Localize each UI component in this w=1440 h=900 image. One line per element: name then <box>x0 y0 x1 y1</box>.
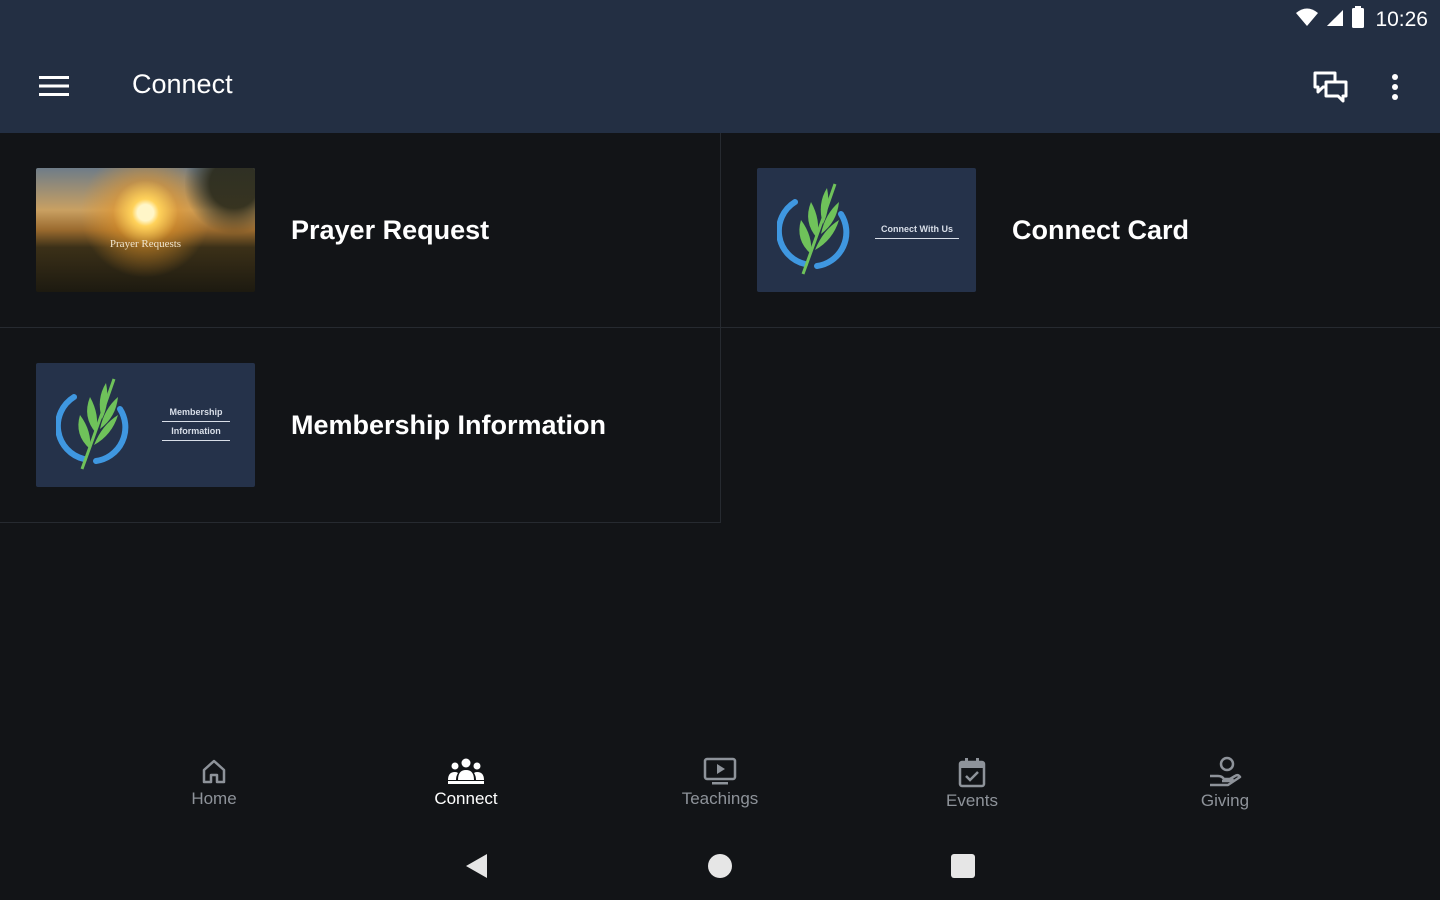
tile-label: Prayer Request <box>291 214 490 245</box>
tree-silhouette <box>185 168 255 248</box>
tile-label: Membership Information <box>291 409 607 440</box>
tile-connect-card[interactable]: Connect With Us Connect Card <box>721 133 1440 328</box>
play-screen-icon <box>703 757 737 785</box>
hamburger-menu-icon[interactable] <box>30 64 78 108</box>
home-icon <box>202 759 226 784</box>
calendar-check-icon <box>958 758 986 788</box>
thumbnail-caption: Prayer Requests <box>109 238 182 250</box>
thumbnail-caption: Connect With Us <box>875 220 959 239</box>
nav-label: Teachings <box>681 789 759 808</box>
people-icon <box>448 758 484 784</box>
status-time: 10:26 <box>1375 7 1428 31</box>
prayer-request-thumbnail: Prayer Requests <box>36 168 255 292</box>
giving-hand-icon <box>1210 756 1242 787</box>
membership-thumbnail: Membership Information <box>36 363 255 487</box>
nav-item-giving[interactable]: Giving <box>1155 756 1295 811</box>
tile-prayer-request[interactable]: Prayer Requests Prayer Request <box>0 133 721 328</box>
nav-label: Giving <box>1200 791 1250 810</box>
bottom-navigation: Home Connect Teachings Events Giving <box>0 740 1440 830</box>
app-bar: Connect <box>0 40 1440 133</box>
nav-label: Home <box>191 789 237 808</box>
recents-icon[interactable] <box>947 850 979 882</box>
nav-item-connect[interactable]: Connect <box>396 756 536 809</box>
system-navigation-bar <box>0 830 1440 900</box>
chat-icon[interactable] <box>1308 64 1354 110</box>
nav-item-home[interactable]: Home <box>144 756 284 809</box>
wifi-icon <box>1295 7 1319 32</box>
status-icons: 10:26 <box>1295 6 1428 33</box>
tile-label: Connect Card <box>1012 214 1190 245</box>
signal-icon <box>1325 7 1345 32</box>
nav-label: Events <box>946 791 998 810</box>
back-icon[interactable] <box>460 850 492 882</box>
battery-icon <box>1351 6 1365 33</box>
more-vert-icon[interactable] <box>1378 64 1412 110</box>
home-circle-icon[interactable] <box>704 850 736 882</box>
connect-card-thumbnail: Connect With Us <box>757 168 976 292</box>
page-title: Connect <box>132 69 233 99</box>
nav-item-teachings[interactable]: Teachings <box>650 756 790 809</box>
status-bar: 10:26 <box>0 0 1440 40</box>
tile-membership-information[interactable]: Membership Information Membership Inform… <box>0 328 721 523</box>
nav-item-events[interactable]: Events <box>902 756 1042 811</box>
thumbnail-caption: Membership Information <box>162 403 230 441</box>
palm-leaf-logo-icon <box>777 183 850 275</box>
palm-leaf-logo-icon <box>56 378 129 470</box>
nav-label: Connect <box>434 789 498 808</box>
